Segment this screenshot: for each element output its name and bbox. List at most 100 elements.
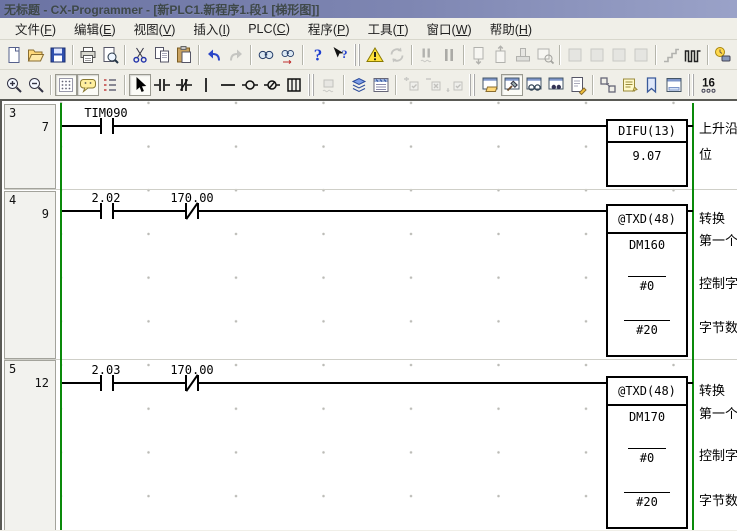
replace-icon[interactable] [277, 44, 299, 66]
symbol-table-icon[interactable] [370, 74, 392, 96]
print-preview-icon[interactable] [99, 44, 121, 66]
horizontal-line-icon[interactable] [217, 74, 239, 96]
right-bus-bar [692, 103, 694, 530]
rung-step: 9 [42, 207, 49, 221]
contact-no-icon[interactable] [151, 74, 173, 96]
window-title: 无标题 - CX-Programmer - [新PLC1.新程序1.段1 [梯形… [4, 1, 319, 18]
toolbar-grip[interactable] [354, 44, 361, 66]
menu-e[interactable]: 编辑(E) [65, 17, 125, 40]
set-value-icon [444, 74, 466, 96]
menu-w[interactable]: 窗口(W) [418, 17, 481, 40]
menu-t[interactable]: 工具(T) [359, 17, 418, 40]
contact-no[interactable] [100, 118, 114, 134]
window-properties-icon[interactable] [567, 74, 589, 96]
title-bar: 无标题 - CX-Programmer - [新PLC1.新程序1.段1 [梯形… [0, 0, 737, 18]
contact-nc[interactable] [185, 203, 199, 219]
contact-no[interactable] [100, 203, 114, 219]
toolbar-grip[interactable] [308, 74, 315, 96]
select-mode-icon[interactable] [129, 74, 151, 96]
contact-nc[interactable] [185, 375, 199, 391]
copy-icon[interactable] [151, 44, 173, 66]
rung-separator [4, 359, 737, 360]
open-icon[interactable] [25, 44, 47, 66]
grid-toggle-icon[interactable] [55, 74, 77, 96]
plc-clock-icon[interactable] [712, 44, 734, 66]
instruction-block[interactable]: @TXD(48) DM160 #0 #20 [606, 204, 688, 357]
closed-coil-icon[interactable] [261, 74, 283, 96]
instruction-block[interactable]: @TXD(48) DM170 #0 #20 [606, 376, 688, 529]
save-icon[interactable] [47, 44, 69, 66]
toolbar-separator [395, 75, 397, 95]
rung-comment: 转换 [699, 211, 737, 227]
toolbar-separator [343, 75, 345, 95]
toolbar-grip[interactable] [688, 74, 695, 96]
context-help-icon[interactable]: ? [329, 44, 351, 66]
menu-h[interactable]: 帮助(H) [481, 17, 541, 40]
rung-list-icon[interactable] [99, 74, 121, 96]
16-bit-display-icon[interactable]: 16 [698, 74, 720, 96]
window-watch-icon[interactable] [523, 74, 545, 96]
rung-number: 3 [9, 106, 16, 120]
window-output-icon[interactable] [501, 74, 523, 96]
work-online-icon [386, 44, 408, 66]
pause-monitor-icon [438, 44, 460, 66]
instruction-block[interactable]: DIFU(13) 9.07 [606, 119, 688, 187]
verify-window-icon [534, 44, 556, 66]
program-section-icon[interactable] [348, 74, 370, 96]
rung-comment: 字节数 [699, 320, 737, 336]
menu-p[interactable]: 程序(P) [299, 17, 359, 40]
rung-header[interactable]: 5 12 [4, 360, 56, 530]
rung-comment: 字节数 [699, 493, 737, 509]
zoom-out-icon[interactable] [25, 74, 47, 96]
rung-wire [62, 382, 606, 384]
rung-number: 4 [9, 193, 16, 207]
cx-programmer-window: 无标题 - CX-Programmer - [新PLC1.新程序1.段1 [梯形… [0, 0, 737, 531]
dialog-view-icon[interactable] [663, 74, 685, 96]
compile-icon[interactable] [364, 44, 386, 66]
menu-c[interactable]: PLC(C) [239, 20, 299, 38]
rung-number: 5 [9, 362, 16, 376]
find-icon[interactable] [255, 44, 277, 66]
menu-f[interactable]: 文件(F) [6, 17, 65, 40]
rung-separator [4, 189, 737, 190]
menu-i[interactable]: 插入(I) [184, 17, 239, 40]
contact-nc-icon[interactable] [173, 74, 195, 96]
new-icon[interactable] [3, 44, 25, 66]
rung-header[interactable]: 4 9 [4, 191, 56, 359]
transfer-from-plc-icon [490, 44, 512, 66]
rung-comment: 上升沿 [699, 121, 737, 137]
toolbar-separator [50, 75, 52, 95]
print-icon[interactable] [77, 44, 99, 66]
help-icon[interactable]: ? [307, 44, 329, 66]
paste-icon[interactable] [173, 44, 195, 66]
cut-icon[interactable] [129, 44, 151, 66]
rung-comment-icon[interactable] [77, 74, 99, 96]
rung-wire [688, 210, 693, 212]
cross-reference-icon[interactable] [597, 74, 619, 96]
bookmark-icon[interactable] [641, 74, 663, 96]
toolbar-separator [72, 45, 74, 65]
rung-comment: 转换 [699, 383, 737, 399]
undo-icon[interactable] [203, 44, 225, 66]
window-address-icon[interactable] [545, 74, 567, 96]
instruction-title: @TXD(48) [608, 378, 686, 406]
svg-text:?: ? [314, 45, 323, 64]
toolbar-grip[interactable] [469, 74, 476, 96]
operand: 9.07 [608, 149, 686, 163]
contact-no[interactable] [100, 375, 114, 391]
ladder-diagram-view[interactable]: 3 7 TIM090 DIFU(13) 9.07 上升沿 位 4 9 2.02 … [0, 99, 737, 530]
plc-settings-icon [608, 44, 630, 66]
rung-comment: 第一个 [699, 233, 737, 249]
comment-note-icon[interactable] [619, 74, 641, 96]
zoom-in-icon[interactable] [3, 74, 25, 96]
time-chart-icon[interactable] [682, 44, 704, 66]
coil-icon[interactable] [239, 74, 261, 96]
menu-bar: 文件(F)编辑(E)视图(V)插入(I)PLC(C)程序(P)工具(T)窗口(W… [0, 18, 737, 40]
menu-v[interactable]: 视图(V) [125, 17, 185, 40]
window-project-icon[interactable] [479, 74, 501, 96]
rung-header[interactable]: 3 7 [4, 104, 56, 189]
vertical-line-icon[interactable] [195, 74, 217, 96]
force-set-icon [400, 74, 422, 96]
rung-comment: 控制字 [699, 448, 737, 464]
instruction-block-icon[interactable] [283, 74, 305, 96]
